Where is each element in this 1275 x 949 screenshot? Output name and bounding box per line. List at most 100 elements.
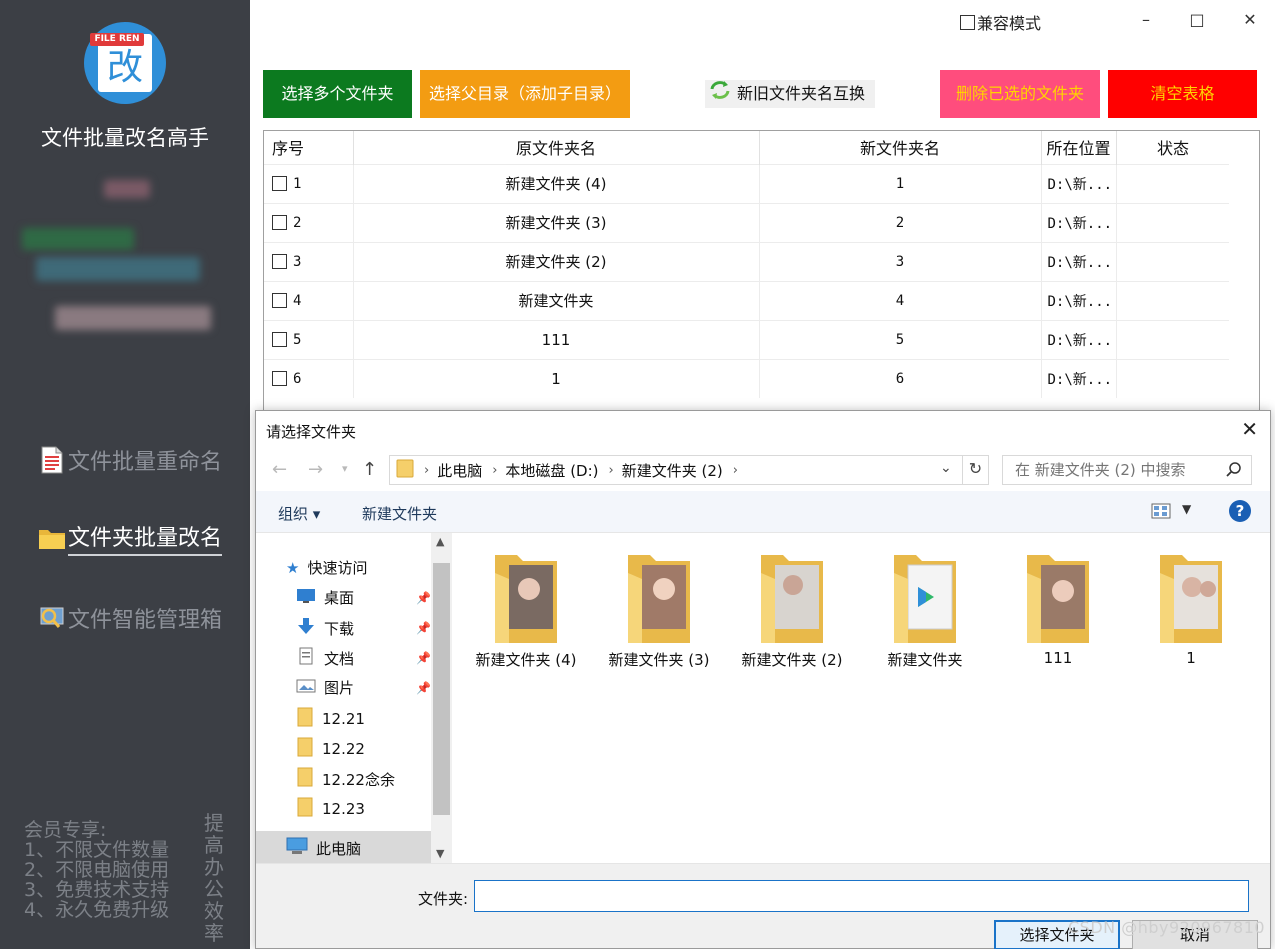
location-cell[interactable]: D:\新... [1041, 163, 1117, 203]
row-index-cell[interactable]: 5 [264, 319, 354, 359]
nav-smart-manager[interactable]: 文件智能管理箱 [38, 602, 222, 634]
location-cell[interactable]: D:\新... [1041, 358, 1117, 398]
folder-item[interactable]: 新建文件夹 (2) [726, 551, 858, 670]
select-multiple-folders-button[interactable]: 选择多个文件夹 [263, 70, 412, 118]
table-row[interactable]: 2 新建文件夹 (3) 2 D:\新... [264, 202, 1231, 242]
old-name-cell[interactable]: 新建文件夹 (2) [353, 241, 760, 281]
address-bar[interactable]: › 此电脑 › 本地磁盘 (D:) › 新建文件夹 (2) › ⌄ [389, 455, 989, 485]
old-name-cell[interactable]: 111 [353, 319, 760, 359]
row-index-cell[interactable]: 4 [264, 280, 354, 320]
col-header-new-name[interactable]: 新文件夹名 [759, 131, 1042, 164]
help-icon[interactable]: ? [1229, 500, 1251, 522]
forward-arrow-icon[interactable]: → [308, 459, 323, 480]
folder-item[interactable]: 111 [992, 551, 1124, 667]
new-name-cell[interactable]: 6 [759, 358, 1042, 398]
tree-item-documents[interactable]: 文档 📌 [296, 647, 431, 669]
tree-item-folder[interactable]: 12.23 [296, 797, 431, 821]
row-checkbox[interactable] [272, 371, 287, 387]
row-checkbox[interactable] [272, 215, 287, 230]
row-index-cell[interactable]: 2 [264, 202, 354, 242]
col-header-index[interactable]: 序号 [264, 131, 354, 164]
view-options-icon[interactable] [1151, 503, 1171, 523]
location-cell[interactable]: D:\新... [1041, 202, 1117, 242]
tree-item-quick-access[interactable]: ★ 快速访问 [286, 557, 431, 578]
minimize-button[interactable]: – [1134, 8, 1158, 32]
close-button[interactable]: ✕ [1238, 8, 1262, 32]
new-name-cell[interactable]: 5 [759, 319, 1042, 359]
table-row[interactable]: 6 1 6 D:\新... [264, 358, 1231, 398]
row-checkbox[interactable] [272, 254, 287, 269]
refresh-icon[interactable]: ↻ [962, 455, 988, 485]
nav-folder-rename[interactable]: 文件夹批量改名 [38, 520, 223, 556]
row-index-cell[interactable]: 6 [264, 358, 354, 398]
tree-item-downloads[interactable]: 下载 📌 [296, 617, 431, 639]
tree-item-folder[interactable]: 12.22 [296, 737, 431, 761]
recent-chevron-icon[interactable]: ▾ [342, 462, 348, 475]
organize-menu[interactable]: 组织 ▾ [278, 503, 320, 524]
old-name-cell[interactable]: 1 [353, 358, 760, 398]
folder-item[interactable]: 1 [1125, 551, 1257, 667]
row-checkbox[interactable] [272, 332, 287, 347]
folder-item[interactable]: 新建文件夹 (3) [593, 551, 725, 670]
location-cell[interactable]: D:\新... [1041, 319, 1117, 359]
tree-scrollbar[interactable]: ▲ ▼ [431, 533, 452, 863]
tree-item-desktop[interactable]: 桌面 📌 [296, 587, 431, 608]
row-index-cell[interactable]: 3 [264, 241, 354, 281]
pin-icon[interactable]: 📌 [416, 681, 431, 695]
tree-item-pictures[interactable]: 图片 📌 [296, 677, 431, 698]
tree-item-this-pc[interactable]: 此电脑 [286, 837, 431, 859]
compat-mode-checkbox[interactable]: 兼容模式 [960, 10, 1041, 34]
row-checkbox[interactable] [272, 293, 287, 308]
col-header-location[interactable]: 所在位置 [1041, 131, 1117, 164]
new-name-cell[interactable]: 2 [759, 202, 1042, 242]
table-row[interactable]: 4 新建文件夹 4 D:\新... [264, 280, 1231, 320]
scroll-up-icon[interactable]: ▲ [436, 535, 444, 548]
breadcrumb-item[interactable]: 新建文件夹 (2) [622, 460, 723, 481]
search-icon[interactable] [1226, 461, 1242, 481]
folder-item[interactable]: 新建文件夹 [859, 551, 991, 670]
dialog-close-button[interactable]: ✕ [1241, 417, 1258, 441]
old-name-cell[interactable]: 新建文件夹 [353, 280, 760, 320]
col-header-status[interactable]: 状态 [1116, 131, 1231, 164]
view-dropdown-icon[interactable]: ▼ [1182, 502, 1191, 516]
location-cell[interactable]: D:\新... [1041, 280, 1117, 320]
select-parent-dir-button[interactable]: 选择父目录（添加子目录） [420, 70, 630, 118]
location-cell[interactable]: D:\新... [1041, 241, 1117, 281]
breadcrumb-item[interactable]: 本地磁盘 (D:) [505, 460, 598, 481]
folder-name-input[interactable] [474, 880, 1249, 912]
back-arrow-icon[interactable]: ← [272, 459, 287, 480]
swap-names-button[interactable]: 新旧文件夹名互换 [705, 80, 876, 108]
checkbox-box[interactable] [960, 14, 975, 30]
delete-selected-button[interactable]: 删除已选的文件夹 [940, 70, 1100, 118]
folder-item[interactable]: 新建文件夹 (4) [460, 551, 592, 670]
table-row[interactable]: 3 新建文件夹 (2) 3 D:\新... [264, 241, 1231, 281]
row-checkbox[interactable] [272, 176, 287, 191]
up-arrow-icon[interactable]: ↑ [362, 459, 377, 480]
row-index-cell[interactable]: 1 [264, 163, 354, 203]
tree-scroll-thumb[interactable] [433, 563, 450, 815]
col-header-old-name[interactable]: 原文件夹名 [353, 131, 760, 164]
old-name-cell[interactable]: 新建文件夹 (3) [353, 202, 760, 242]
old-name-cell[interactable]: 新建文件夹 (4) [353, 163, 760, 203]
new-name-cell[interactable]: 4 [759, 280, 1042, 320]
tree-item-folder[interactable]: 12.22念余 [296, 767, 431, 791]
pin-icon[interactable]: 📌 [416, 591, 431, 605]
pin-icon[interactable]: 📌 [416, 651, 431, 665]
clear-table-button[interactable]: 清空表格 [1108, 70, 1257, 118]
nav-file-rename[interactable]: 文件批量重命名 [38, 444, 222, 476]
folder-thumbnail-icon [628, 555, 690, 643]
table-scrollbar[interactable] [1229, 131, 1259, 419]
scroll-down-icon[interactable]: ▼ [436, 847, 444, 860]
search-input[interactable] [1002, 455, 1252, 485]
new-name-cell[interactable]: 1 [759, 163, 1042, 203]
tree-item-folder[interactable]: 12.21 [296, 707, 431, 731]
new-name-cell[interactable]: 3 [759, 241, 1042, 281]
table-row[interactable]: 1 新建文件夹 (4) 1 D:\新... [264, 163, 1231, 203]
maximize-button[interactable]: □ [1185, 8, 1209, 32]
watermark: CSDN @hby920967810 [1068, 918, 1266, 937]
address-dropdown-icon[interactable]: ⌄ [940, 460, 952, 476]
table-row[interactable]: 5 111 5 D:\新... [264, 319, 1231, 359]
new-folder-button[interactable]: 新建文件夹 [362, 503, 437, 524]
breadcrumb-item[interactable]: 此电脑 [437, 460, 482, 481]
pin-icon[interactable]: 📌 [416, 621, 431, 635]
